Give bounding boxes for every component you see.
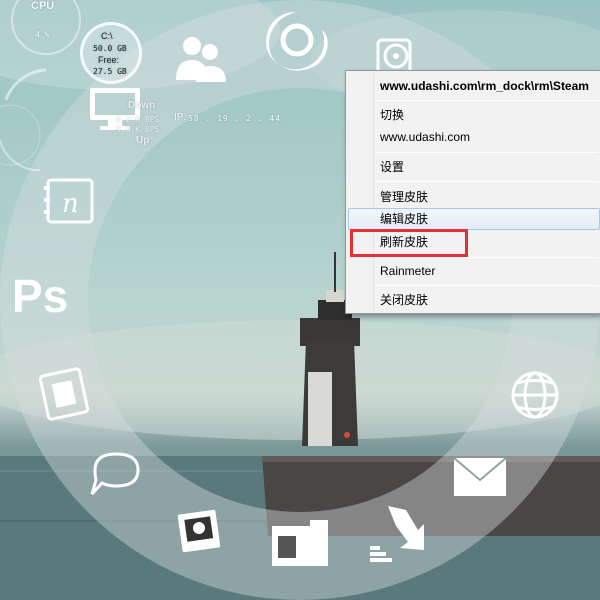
menu-item-switch[interactable]: 切换 (348, 104, 600, 126)
menu-separator (376, 181, 598, 182)
menu-separator (376, 152, 598, 153)
disk-free: 27.5 GB (93, 67, 127, 76)
globe-icon[interactable] (511, 371, 559, 419)
menu-item-website[interactable]: www.udashi.com (348, 126, 600, 148)
disk-free-label: Free: (98, 55, 120, 65)
disk-total: 50.0 GB (93, 44, 127, 53)
highlight-box (350, 229, 468, 257)
cpu-value: 4 % (35, 30, 50, 39)
menu-separator (376, 257, 598, 258)
menu-item-rainmeter[interactable]: Rainmeter (348, 260, 600, 282)
menu-header-skin-path[interactable]: www.udashi.com\rm_dock\rm\Steam (348, 75, 600, 97)
net-down-value: 0.2 K BPS (116, 115, 160, 124)
net-up-value: 9.8 K BPS (116, 125, 160, 134)
menu-item-edit-skin[interactable]: 编辑皮肤 (348, 208, 600, 230)
ip-label: IP: (174, 112, 187, 123)
photo-icon[interactable] (177, 509, 221, 553)
menu-item-close-skin[interactable]: 关闭皮肤 (348, 289, 600, 311)
net-up-label: Up (136, 135, 150, 146)
cpu-label: CPU (31, 0, 55, 12)
menu-item-manage-skin[interactable]: 管理皮肤 (348, 186, 600, 208)
disk-drive-label: C:\ (101, 31, 113, 41)
context-menu: www.udashi.com\rm_dock\rm\Steam 切换 www.u… (345, 70, 600, 314)
menu-separator (376, 285, 598, 286)
svg-text:n: n (62, 189, 79, 219)
ip-value: 58 . 19 . 2 . 44 (188, 114, 282, 123)
folder-icon[interactable] (272, 520, 328, 566)
mail-icon[interactable] (453, 457, 507, 496)
menu-item-settings[interactable]: 设置 (348, 156, 600, 178)
svg-text:Ps: Ps (12, 270, 68, 322)
photoshop-icon[interactable]: Ps (12, 270, 68, 322)
net-down-label: Down (128, 100, 156, 111)
menu-separator (376, 100, 598, 101)
